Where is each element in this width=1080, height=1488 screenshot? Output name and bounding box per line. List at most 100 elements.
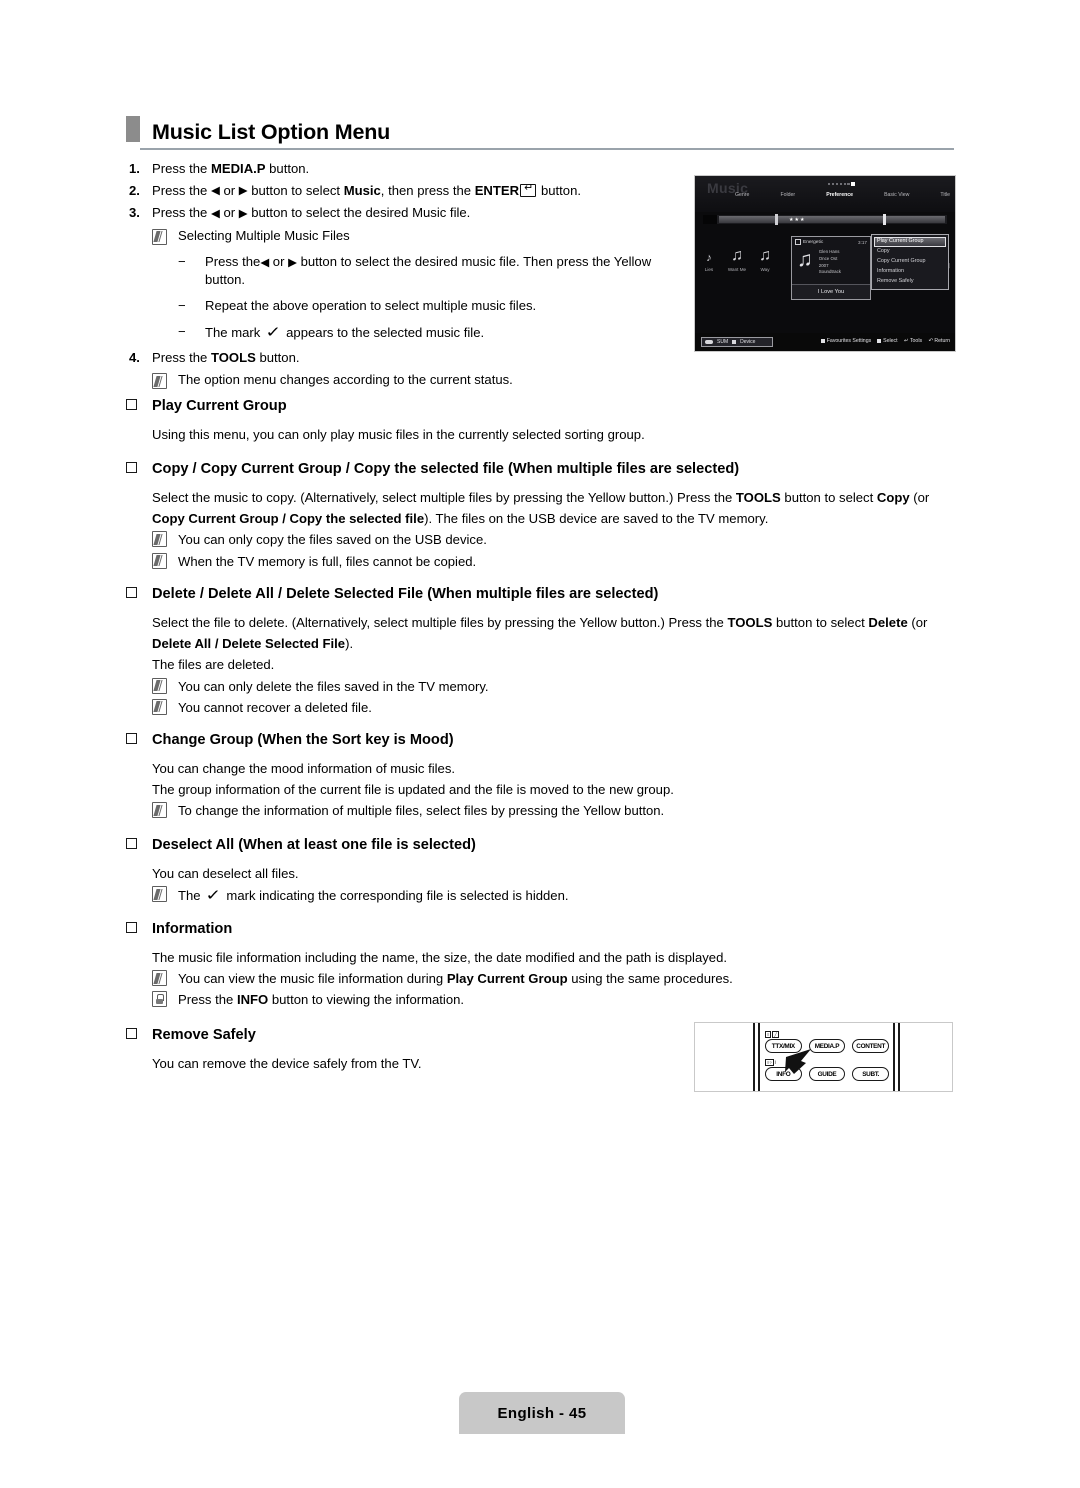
tv-meta-album: Once Ost	[818, 255, 838, 261]
step-text: Press the ◀ or ▶ button to select the de…	[152, 206, 686, 220]
press-button-icon	[152, 989, 178, 1010]
note-icon	[152, 800, 178, 821]
tv-hint-tools[interactable]: ↵ Tools	[904, 338, 922, 344]
step-text-bold: MEDIA.P	[210, 161, 266, 176]
tv-meta-genre: Soundtrack	[818, 269, 841, 275]
step-1: 1. Press the MEDIA.P button.	[126, 162, 686, 175]
section-body-2: The files are deleted.	[152, 657, 275, 673]
remote-key-media-p[interactable]: MEDIA.P	[808, 1039, 846, 1053]
tv-menu-item-information[interactable]: Information	[874, 267, 946, 277]
tv-nav-folder[interactable]: Folder	[780, 192, 795, 198]
tv-nav-basic-view[interactable]: Basic View	[884, 192, 909, 198]
tv-track-metadata: Glen Hans Once Ost 2007 Soundtrack	[819, 249, 841, 276]
tv-mood-label: Energetic	[803, 239, 824, 245]
step-2: 2. Press the ◀ or ▶ button to select Mus…	[126, 182, 686, 198]
title-divider	[140, 148, 954, 150]
remote-divider-left-2	[758, 1023, 760, 1091]
note-text: You cannot recover a deleted file.	[178, 699, 372, 715]
tv-nav-title[interactable]: Title	[940, 192, 950, 198]
title-accent-bar	[126, 116, 140, 142]
page-title: Music List Option Menu	[152, 119, 391, 144]
step-text-part: Press the	[152, 182, 211, 198]
step-3-note: Selecting Multiple Music Files	[152, 229, 686, 245]
section-note: You can only copy the files saved on the…	[152, 529, 956, 550]
note-text: You can view the music file information …	[178, 971, 733, 987]
tv-thumb-item[interactable]: ♫ Way	[753, 247, 777, 273]
checkbox-icon[interactable]	[795, 239, 801, 245]
page-footer-badge: English - 45	[459, 1392, 625, 1434]
remote-key-subt[interactable]: SUBT.	[852, 1067, 890, 1081]
music-note-icon: ♫	[759, 247, 771, 264]
tv-thumb-item[interactable]: ♫ Want Me	[725, 247, 749, 273]
tv-menu-item-remove-safely[interactable]: Remove Safely	[874, 277, 946, 287]
tv-nav-genre[interactable]: Genre	[735, 192, 749, 198]
section-note: You can only delete the files saved in t…	[152, 676, 956, 697]
section-body: The music file information including the…	[152, 950, 727, 965]
substep-text: Press the◀ or ▶ button to select the des…	[205, 254, 652, 288]
note-text: You can only copy the files saved on the…	[178, 532, 487, 548]
tv-scroll-left-block	[703, 215, 717, 224]
remote-key-ttx-mix[interactable]: TTX/MIX	[765, 1039, 802, 1053]
tv-hint-return[interactable]: ↶ Return	[928, 338, 950, 344]
remote-key-guide[interactable]: GUIDE	[808, 1067, 846, 1081]
tv-scroll-thumb[interactable]	[775, 214, 778, 225]
section-copy: Copy / Copy Current Group / Copy the sel…	[126, 461, 956, 572]
tv-thumb-item[interactable]: ♪ Lies	[697, 253, 721, 273]
step-text-part: Press the	[152, 350, 211, 366]
checkmark-icon: ✓	[205, 887, 222, 905]
tv-meta-artist: Glen Hans	[818, 249, 840, 254]
tv-scroll-thumb-end[interactable]	[883, 214, 886, 225]
checkmark-icon: ✓	[265, 324, 282, 342]
remote-key-info[interactable]: INFO	[765, 1067, 802, 1081]
tv-scroll-bar[interactable]: ★★★	[703, 214, 947, 225]
music-note-icon: ♫	[797, 248, 813, 271]
section-body: You can deselect all files.	[152, 866, 299, 881]
tv-thumb-label: Lies	[704, 267, 714, 272]
note-icon	[152, 228, 178, 245]
step-4-note: The option menu changes according to the…	[152, 372, 686, 390]
step-text-part: button to select the desired Music file.	[247, 205, 471, 221]
tv-device-name: SUM	[717, 339, 729, 345]
section-bullet-icon	[126, 399, 152, 412]
tv-menu-item-play-current-group[interactable]: Play Current Group	[874, 237, 946, 247]
note-text: The ✓ mark indicating the corresponding …	[178, 884, 956, 908]
substep-list: − Press the◀ or ▶ button to select the d…	[178, 253, 686, 344]
device-square-icon	[732, 340, 737, 344]
tv-scroll-track[interactable]	[719, 216, 945, 223]
section-heading: Play Current Group	[126, 398, 956, 414]
remote-divider-right-1	[893, 1023, 895, 1091]
tv-hint-favourites[interactable]: Favourites Settings	[820, 338, 871, 344]
section-note: Press the INFO button to viewing the inf…	[152, 989, 956, 1010]
section-note: You can view the music file information …	[152, 968, 956, 989]
tv-nav-preference[interactable]: Preference	[826, 192, 853, 198]
section-change-group: Change Group (When the Sort key is Mood)…	[126, 732, 956, 822]
step-text-part: or	[219, 182, 239, 198]
remote-key-content[interactable]: CONTENT	[852, 1039, 890, 1053]
note-text: You can only delete the files saved in t…	[178, 678, 489, 694]
note-icon	[152, 676, 178, 697]
tv-menu-item-copy[interactable]: Copy	[874, 247, 946, 257]
tv-device-indicator[interactable]: SUM Device	[701, 337, 773, 347]
tv-hint-select[interactable]: Select	[877, 338, 898, 344]
section-heading: Delete / Delete All / Delete Selected Fi…	[126, 586, 956, 602]
enter-key-icon: ↵	[520, 183, 537, 197]
note-text: The option menu changes according to the…	[178, 372, 513, 388]
instruction-steps: 1. Press the MEDIA.P button. 2. Press th…	[126, 162, 686, 390]
usb-icon	[705, 340, 713, 344]
tv-song-title: I Love You	[792, 284, 870, 299]
step-text-bold: Music	[343, 182, 381, 198]
section-heading: Information	[126, 921, 956, 937]
manual-page: Music List Option Menu 1. Press the MEDI…	[0, 0, 1080, 1488]
section-note: You cannot recover a deleted file.	[152, 697, 956, 718]
section-body: You can change the mood information of m…	[152, 761, 456, 776]
section-delete: Delete / Delete All / Delete Selected Fi…	[126, 586, 956, 718]
section-note: When the TV memory is full, files cannot…	[152, 551, 956, 572]
step-number: 2.	[129, 182, 140, 198]
tv-mood-group: Energetic	[795, 239, 823, 245]
music-note-icon: ♫	[731, 247, 743, 264]
tv-menu-item-copy-current-group[interactable]: Copy Current Group	[874, 257, 946, 267]
tv-nav-bar: Genre Folder Preference Basic View Title	[735, 192, 950, 198]
section-body-2: The group information of the current fil…	[152, 782, 674, 798]
tv-status-bar: SUM Device Favourites Settings Select ↵ T…	[695, 333, 955, 351]
remote-ttx-symbols: ≡ ╱	[765, 1031, 779, 1038]
